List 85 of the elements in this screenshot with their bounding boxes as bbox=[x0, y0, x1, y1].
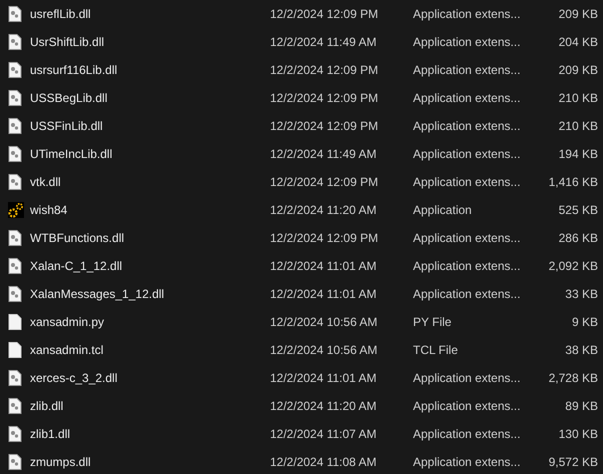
file-name[interactable]: UsrShiftLib.dll bbox=[30, 35, 104, 49]
date-modified: 12/2/2024 11:01 AM bbox=[270, 259, 377, 273]
file-size: 2,092 KB bbox=[548, 259, 598, 273]
file-name[interactable]: usreflLib.dll bbox=[30, 7, 91, 21]
date-modified: 12/2/2024 11:20 AM bbox=[270, 203, 377, 217]
file-name[interactable]: USSFinLib.dll bbox=[30, 119, 103, 133]
date-modified: 12/2/2024 12:09 PM bbox=[270, 63, 378, 77]
file-type: Application extens... bbox=[413, 119, 520, 133]
file-size: 209 KB bbox=[558, 7, 598, 21]
file-type: Application extens... bbox=[413, 455, 520, 469]
file-size: 2,728 KB bbox=[548, 371, 598, 385]
date-modified: 12/2/2024 11:20 AM bbox=[270, 399, 377, 413]
file-name[interactable]: xansadmin.py bbox=[30, 315, 104, 329]
file-name[interactable]: USSBegLib.dll bbox=[30, 91, 108, 105]
library-file-icon bbox=[8, 6, 22, 22]
file-size: 286 KB bbox=[558, 231, 598, 245]
file-icon bbox=[8, 314, 22, 330]
file-name[interactable]: WTBFunctions.dll bbox=[30, 231, 124, 245]
library-file-icon bbox=[8, 454, 22, 470]
date-modified: 12/2/2024 12:09 PM bbox=[270, 119, 378, 133]
file-name[interactable]: usrsurf116Lib.dll bbox=[30, 63, 118, 77]
library-file-icon bbox=[8, 230, 22, 246]
date-modified: 12/2/2024 12:09 PM bbox=[270, 7, 378, 21]
file-name[interactable]: zlib1.dll bbox=[30, 427, 70, 441]
file-size: 9,572 KB bbox=[548, 455, 598, 469]
date-modified: 12/2/2024 11:08 AM bbox=[270, 455, 377, 469]
library-file-icon bbox=[8, 34, 22, 50]
file-name[interactable]: wish84 bbox=[30, 203, 68, 217]
file-type: Application extens... bbox=[413, 35, 520, 49]
file-icon bbox=[8, 342, 22, 358]
file-type: TCL File bbox=[413, 343, 458, 357]
gears-icon bbox=[8, 202, 24, 218]
date-modified: 12/2/2024 12:09 PM bbox=[270, 175, 378, 189]
file-type: Application extens... bbox=[413, 287, 520, 301]
library-file-icon bbox=[8, 398, 22, 414]
file-size: 38 KB bbox=[565, 343, 598, 357]
file-type: Application extens... bbox=[413, 91, 520, 105]
file-size: 1,416 KB bbox=[548, 175, 598, 189]
file-size: 210 KB bbox=[558, 119, 598, 133]
file-name[interactable]: Xalan-C_1_12.dll bbox=[30, 259, 122, 273]
file-name[interactable]: vtk.dll bbox=[30, 175, 61, 189]
file-type: Application extens... bbox=[413, 371, 520, 385]
date-modified: 12/2/2024 11:49 AM bbox=[270, 147, 377, 161]
file-type: Application extens... bbox=[413, 231, 520, 245]
library-file-icon bbox=[8, 118, 22, 134]
library-file-icon bbox=[8, 286, 22, 302]
library-file-icon bbox=[8, 370, 22, 386]
file-type: Application extens... bbox=[413, 147, 520, 161]
file-size: 130 KB bbox=[558, 427, 598, 441]
file-name[interactable]: XalanMessages_1_12.dll bbox=[30, 287, 164, 301]
file-type: Application extens... bbox=[413, 399, 520, 413]
library-file-icon bbox=[8, 174, 22, 190]
file-size: 9 KB bbox=[572, 315, 598, 329]
file-type: Application extens... bbox=[413, 7, 520, 21]
file-size: 204 KB bbox=[558, 35, 598, 49]
library-file-icon bbox=[8, 146, 22, 162]
library-file-icon bbox=[8, 90, 22, 106]
date-modified: 12/2/2024 12:09 PM bbox=[270, 91, 378, 105]
date-modified: 12/2/2024 11:01 AM bbox=[270, 371, 377, 385]
file-type: Application extens... bbox=[413, 63, 520, 77]
date-modified: 12/2/2024 10:56 AM bbox=[270, 315, 378, 329]
file-size: 89 KB bbox=[565, 399, 598, 413]
file-name[interactable]: zmumps.dll bbox=[30, 455, 91, 469]
file-type: Application bbox=[413, 203, 472, 217]
file-name[interactable]: xansadmin.tcl bbox=[30, 343, 104, 357]
file-name[interactable]: zlib.dll bbox=[30, 399, 64, 413]
file-type: PY File bbox=[413, 315, 452, 329]
library-file-icon bbox=[8, 258, 22, 274]
file-type: Application extens... bbox=[413, 175, 520, 189]
date-modified: 12/2/2024 11:49 AM bbox=[270, 35, 377, 49]
file-size: 194 KB bbox=[558, 147, 598, 161]
library-file-icon bbox=[8, 62, 22, 78]
file-type: Application extens... bbox=[413, 259, 520, 273]
date-modified: 12/2/2024 11:01 AM bbox=[270, 287, 377, 301]
file-name[interactable]: UTimeIncLib.dll bbox=[30, 147, 112, 161]
date-modified: 12/2/2024 11:07 AM bbox=[270, 427, 377, 441]
file-size: 525 KB bbox=[558, 203, 598, 217]
date-modified: 12/2/2024 12:09 PM bbox=[270, 231, 378, 245]
file-type: Application extens... bbox=[413, 427, 520, 441]
library-file-icon bbox=[8, 426, 22, 442]
date-modified: 12/2/2024 10:56 AM bbox=[270, 343, 378, 357]
file-size: 210 KB bbox=[558, 91, 598, 105]
file-size: 33 KB bbox=[565, 287, 598, 301]
file-size: 209 KB bbox=[558, 63, 598, 77]
file-name[interactable]: xerces-c_3_2.dll bbox=[30, 371, 118, 385]
